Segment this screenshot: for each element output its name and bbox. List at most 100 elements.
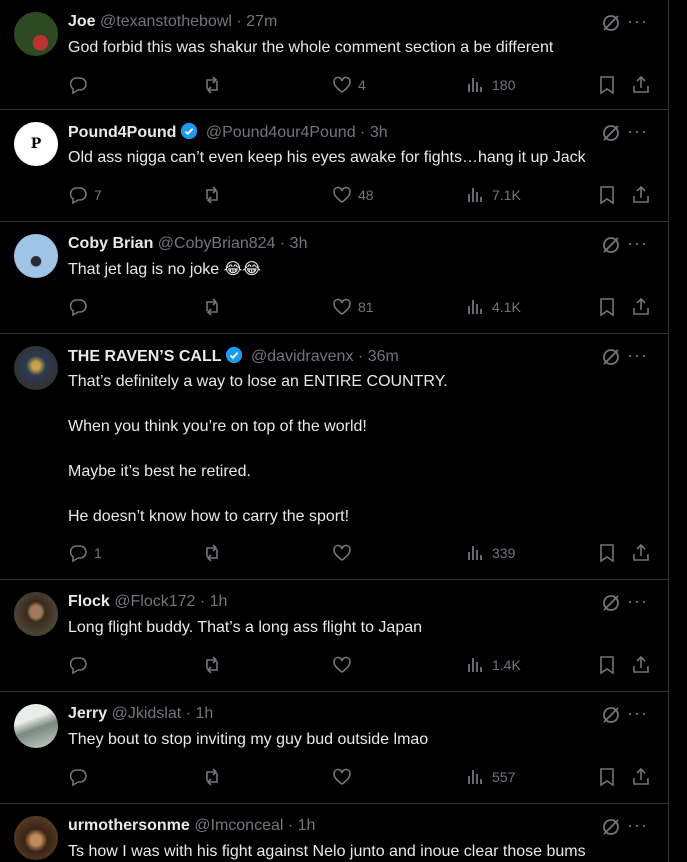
reply-button[interactable] (68, 75, 94, 95)
timestamp[interactable]: 3h (370, 124, 388, 141)
share-button[interactable] (631, 297, 651, 317)
author-name[interactable]: Jerry (68, 705, 107, 722)
post[interactable]: Flock @Flock172 · 1h ··· Long flight bud… (0, 580, 668, 692)
views-icon (468, 78, 482, 92)
post-text: Old ass nigga can’t even keep his eyes a… (68, 147, 638, 169)
more-icon[interactable]: ··· (627, 122, 648, 140)
timestamp[interactable]: 1h (195, 705, 213, 722)
post[interactable]: Jerry @Jkidslat · 1h ··· They bout to st… (0, 692, 668, 804)
avatar[interactable] (14, 346, 58, 390)
bookmark-button[interactable] (597, 297, 617, 317)
grok-icon[interactable] (601, 817, 621, 837)
avatar[interactable] (14, 12, 58, 56)
views-button[interactable]: 180 (466, 75, 515, 95)
more-icon[interactable]: ··· (627, 592, 648, 610)
avatar[interactable]: P (14, 122, 58, 166)
author-handle[interactable]: @CobyBrian824 (158, 235, 276, 252)
reply-button[interactable]: 7 (68, 185, 102, 205)
author-handle[interactable]: @texanstothebowl (100, 13, 232, 30)
views-icon (468, 658, 482, 672)
post[interactable]: THE RAVEN’S CALL @davidravenx · 36m ··· … (0, 334, 668, 580)
verified-badge-icon (226, 346, 243, 364)
post-line: He doesn’t know how to carry the sport! (68, 508, 350, 525)
author-handle[interactable]: @Imconceal (194, 817, 283, 834)
avatar[interactable] (14, 592, 58, 636)
like-button[interactable] (332, 767, 358, 787)
post-line: Ts how I was with his fight against Nelo… (68, 843, 586, 860)
like-button[interactable] (332, 543, 358, 563)
share-button[interactable] (631, 185, 651, 205)
view-count: 7.1K (492, 187, 521, 203)
like-button[interactable]: 81 (332, 297, 374, 317)
avatar[interactable] (14, 704, 58, 748)
bookmark-button[interactable] (597, 185, 617, 205)
views-button[interactable]: 557 (466, 767, 515, 787)
reply-icon (69, 77, 87, 95)
bookmark-button[interactable] (597, 767, 617, 787)
grok-icon[interactable] (601, 347, 621, 367)
reply-button[interactable] (68, 297, 94, 317)
reply-button[interactable] (68, 655, 94, 675)
avatar[interactable] (14, 234, 58, 278)
more-icon[interactable]: ··· (627, 12, 648, 30)
author-name[interactable]: THE RAVEN’S CALL (68, 348, 221, 365)
repost-button[interactable] (202, 185, 228, 205)
author-name[interactable]: urmothersonme (68, 817, 190, 834)
more-icon[interactable]: ··· (627, 346, 648, 364)
author-name[interactable]: Flock (68, 593, 110, 610)
post-header: Jerry @Jkidslat · 1h (68, 704, 588, 724)
author-handle[interactable]: @Pound4our4Pound (206, 124, 356, 141)
like-button[interactable]: 48 (332, 185, 374, 205)
reply-icon (69, 545, 87, 563)
views-button[interactable]: 7.1K (466, 185, 521, 205)
timestamp[interactable]: 1h (210, 593, 228, 610)
share-button[interactable] (631, 75, 651, 95)
views-button[interactable]: 4.1K (466, 297, 521, 317)
more-icon[interactable]: ··· (627, 704, 648, 722)
post[interactable]: urmothersonme @Imconceal · 1h ··· Ts how… (0, 804, 668, 862)
repost-button[interactable] (202, 75, 228, 95)
views-button[interactable]: 339 (466, 543, 515, 563)
avatar[interactable] (14, 816, 58, 860)
views-button[interactable]: 1.4K (466, 655, 521, 675)
post[interactable]: Coby Brian @CobyBrian824 · 3h ··· That j… (0, 222, 668, 334)
grok-icon[interactable] (601, 705, 621, 725)
post[interactable]: P Pound4Pound @Pound4our4Pound · 3h ··· … (0, 110, 668, 222)
repost-button[interactable] (202, 297, 228, 317)
author-handle[interactable]: @Flock172 (114, 593, 195, 610)
author-name[interactable]: Pound4Pound (68, 124, 176, 141)
more-icon[interactable]: ··· (627, 816, 648, 834)
heart-icon (333, 656, 351, 673)
repost-button[interactable] (202, 767, 228, 787)
repost-button[interactable] (202, 655, 228, 675)
grok-icon[interactable] (601, 235, 621, 255)
share-button[interactable] (631, 655, 651, 675)
grok-icon[interactable] (601, 13, 621, 33)
author-name[interactable]: Coby Brian (68, 235, 153, 252)
author-handle[interactable]: @davidravenx (251, 348, 354, 365)
reply-button[interactable]: 1 (68, 543, 102, 563)
separator-dot: · (279, 235, 286, 252)
grok-icon[interactable] (601, 593, 621, 613)
post[interactable]: Joe @texanstothebowl · 27m ··· God forbi… (0, 0, 668, 110)
share-button[interactable] (631, 767, 651, 787)
author-name[interactable]: Joe (68, 13, 96, 30)
bookmark-button[interactable] (597, 655, 617, 675)
bookmark-button[interactable] (597, 75, 617, 95)
repost-button[interactable] (202, 543, 228, 563)
action-bar: 1 339 (68, 543, 651, 567)
share-icon (633, 297, 649, 315)
grok-icon[interactable] (601, 123, 621, 143)
bookmark-button[interactable] (597, 543, 617, 563)
timestamp[interactable]: 1h (298, 817, 316, 834)
timestamp[interactable]: 27m (246, 13, 277, 30)
like-button[interactable] (332, 655, 358, 675)
like-button[interactable]: 4 (332, 75, 366, 95)
reply-button[interactable] (68, 767, 94, 787)
reply-icon (69, 299, 87, 317)
author-handle[interactable]: @Jkidslat (112, 705, 182, 722)
timestamp[interactable]: 36m (368, 348, 399, 365)
timestamp[interactable]: 3h (290, 235, 308, 252)
more-icon[interactable]: ··· (627, 234, 648, 252)
share-button[interactable] (631, 543, 651, 563)
